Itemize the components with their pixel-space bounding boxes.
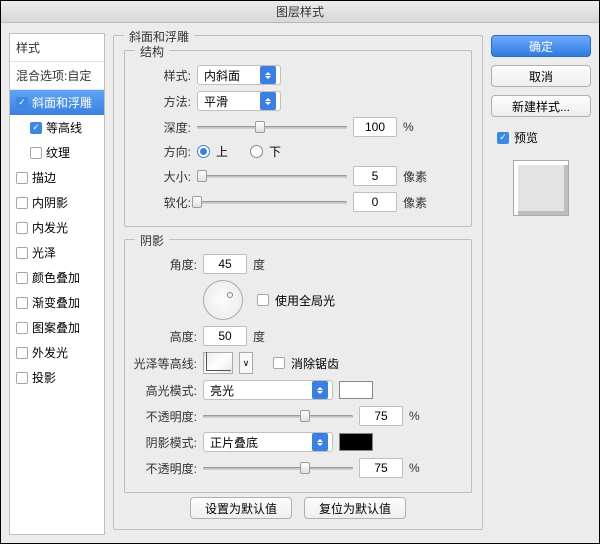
sidebar-item-1[interactable]: ✓ 等高线 (10, 115, 104, 140)
sidebar-item-10[interactable]: 外发光 (10, 340, 104, 365)
highlight-color-swatch[interactable] (339, 381, 373, 399)
soften-label: 软化: (129, 194, 191, 211)
blend-options-header[interactable]: 混合选项:自定 (10, 62, 104, 90)
size-slider[interactable] (197, 168, 347, 184)
sidebar-checkbox[interactable] (16, 247, 28, 259)
cancel-button[interactable]: 取消 (491, 65, 591, 87)
sidebar-checkbox[interactable] (16, 347, 28, 359)
highlight-mode-select[interactable]: 亮光 (203, 380, 333, 400)
sidebar-item-7[interactable]: 颜色叠加 (10, 265, 104, 290)
structure-title: 结构 (135, 43, 169, 60)
global-light-label: 使用全局光 (275, 292, 335, 309)
sidebar-item-11[interactable]: 投影 (10, 365, 104, 390)
preview-label: 预览 (514, 129, 538, 146)
size-label: 大小: (129, 168, 191, 185)
preview-checkbox[interactable]: ✓ (497, 132, 509, 144)
bevel-emboss-group: 斜面和浮雕 结构 样式: 内斜面 方法: 平滑 (113, 35, 483, 530)
sidebar-item-label: 等高线 (46, 119, 82, 136)
style-select[interactable]: 内斜面 (197, 65, 281, 85)
direction-down-radio[interactable] (250, 145, 263, 158)
sidebar-checkbox[interactable] (16, 297, 28, 309)
style-list: 样式 混合选项:自定 ✓ 斜面和浮雕 ✓ 等高线纹理描边内阴影内发光光泽颜色叠加渐变叠… (9, 33, 105, 535)
styles-header[interactable]: 样式 (10, 34, 104, 62)
chevron-updown-icon (260, 66, 276, 84)
set-default-button[interactable]: 设置为默认值 (190, 497, 292, 519)
chevron-down-icon[interactable]: ∨ (239, 352, 253, 374)
unit: % (403, 120, 414, 134)
sidebar-checkbox[interactable] (16, 322, 28, 334)
anti-alias-label: 消除锯齿 (291, 355, 339, 372)
sidebar-checkbox[interactable] (16, 272, 28, 284)
soften-input[interactable]: 0 (353, 192, 397, 212)
highlight-mode-label: 高光模式: (129, 382, 197, 399)
depth-input[interactable]: 100 (353, 117, 397, 137)
method-select[interactable]: 平滑 (197, 91, 281, 111)
shadow-color-swatch[interactable] (339, 433, 373, 451)
sidebar-checkbox[interactable] (16, 197, 28, 209)
chevron-updown-icon (260, 92, 276, 110)
sidebar-item-4[interactable]: 内阴影 (10, 190, 104, 215)
gloss-contour-picker[interactable] (203, 352, 233, 374)
sidebar-item-2[interactable]: 纹理 (10, 140, 104, 165)
sidebar-item-label: 纹理 (46, 144, 70, 161)
depth-slider[interactable] (197, 119, 347, 135)
chevron-updown-icon (312, 433, 328, 451)
sidebar-checkbox[interactable]: ✓ (16, 97, 28, 109)
sidebar-item-label: 斜面和浮雕 (32, 94, 92, 111)
shadow-mode-label: 阴影模式: (129, 434, 197, 451)
sidebar-item-label: 外发光 (32, 344, 68, 361)
ok-button[interactable]: 确定 (491, 35, 591, 57)
sidebar-item-label: 投影 (32, 369, 56, 386)
highlight-opacity-label: 不透明度: (129, 408, 197, 425)
reset-default-button[interactable]: 复位为默认值 (304, 497, 406, 519)
sidebar-item-5[interactable]: 内发光 (10, 215, 104, 240)
anti-alias-checkbox[interactable] (273, 357, 285, 369)
shadow-opacity-slider[interactable] (203, 460, 353, 476)
size-input[interactable]: 5 (353, 166, 397, 186)
sidebar-checkbox[interactable]: ✓ (30, 122, 42, 134)
sidebar-checkbox[interactable] (16, 222, 28, 234)
style-label: 样式: (129, 67, 191, 84)
highlight-opacity-input[interactable]: 75 (359, 406, 403, 426)
shadow-opacity-label: 不透明度: (129, 460, 197, 477)
sidebar-item-6[interactable]: 光泽 (10, 240, 104, 265)
highlight-opacity-slider[interactable] (203, 408, 353, 424)
shadow-title: 阴影 (135, 232, 169, 249)
window-title: 图层样式 (1, 1, 599, 23)
angle-label: 角度: (129, 256, 197, 273)
sidebar-item-9[interactable]: 图案叠加 (10, 315, 104, 340)
sidebar-checkbox[interactable] (30, 147, 42, 159)
altitude-input[interactable]: 50 (203, 326, 247, 346)
soften-slider[interactable] (197, 194, 347, 210)
depth-label: 深度: (129, 119, 191, 136)
direction-down-label: 下 (269, 143, 281, 160)
sidebar-item-label: 渐变叠加 (32, 294, 80, 311)
sidebar-item-label: 图案叠加 (32, 319, 80, 336)
global-light-checkbox[interactable] (257, 294, 269, 306)
sidebar-item-label: 描边 (32, 169, 56, 186)
shadow-opacity-input[interactable]: 75 (359, 458, 403, 478)
sidebar-item-label: 内阴影 (32, 194, 68, 211)
sidebar-item-label: 光泽 (32, 244, 56, 261)
method-label: 方法: (129, 93, 191, 110)
sidebar-item-label: 内发光 (32, 219, 68, 236)
altitude-label: 高度: (129, 328, 197, 345)
direction-up-label: 上 (216, 143, 228, 160)
sidebar-item-3[interactable]: 描边 (10, 165, 104, 190)
chevron-updown-icon (312, 381, 328, 399)
direction-up-radio[interactable] (197, 145, 210, 158)
preview-swatch (513, 160, 569, 216)
sidebar-checkbox[interactable] (16, 372, 28, 384)
angle-input[interactable]: 45 (203, 254, 247, 274)
direction-label: 方向: (129, 143, 191, 160)
sidebar-item-label: 颜色叠加 (32, 269, 80, 286)
angle-dial[interactable] (203, 280, 243, 320)
sidebar-item-8[interactable]: 渐变叠加 (10, 290, 104, 315)
new-style-button[interactable]: 新建样式... (491, 95, 591, 117)
gloss-contour-label: 光泽等高线: (129, 355, 197, 372)
sidebar-checkbox[interactable] (16, 172, 28, 184)
shadow-mode-select[interactable]: 正片叠底 (203, 432, 333, 452)
sidebar-item-0[interactable]: ✓ 斜面和浮雕 (10, 90, 104, 115)
